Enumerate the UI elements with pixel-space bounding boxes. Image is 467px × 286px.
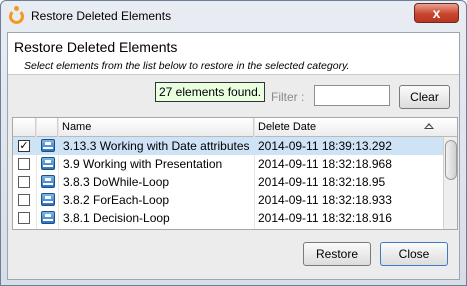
window-close-button[interactable]: x (414, 3, 459, 23)
filter-input[interactable] (314, 85, 390, 106)
cell-delete-date: 2014-09-11 18:32:18.916 (258, 211, 392, 225)
element-type-icon (41, 139, 55, 152)
vertical-scrollbar[interactable] (443, 137, 457, 229)
cell-delete-date: 2014-09-11 18:32:18.968 (258, 157, 392, 171)
table-row[interactable]: 3.8.3 DoWhile-Loop 2014-09-11 18:32:18.95 (13, 173, 443, 191)
table-row[interactable]: 3.8.2 ForEach-Loop 2014-09-11 18:32:18.93… (13, 191, 443, 209)
window-title: Restore Deleted Elements (31, 9, 172, 23)
app-logo-icon (9, 6, 24, 24)
title-bar[interactable]: Restore Deleted Elements x (1, 1, 466, 32)
header-panel: Restore Deleted Elements Select elements… (8, 33, 459, 75)
dialog-content: Restore Deleted Elements Select elements… (7, 32, 460, 280)
element-count-tooltip: 27 elements found. (155, 82, 266, 102)
element-type-icon (41, 157, 55, 170)
cell-name: 3.9 Working with Presentation (63, 157, 223, 171)
table-row[interactable]: ✓ 3.13.3 Working with Date attributes 2014… (13, 137, 443, 155)
cell-name: 3.8.3 DoWhile-Loop (63, 175, 170, 189)
filter-label: Filter : (271, 90, 305, 104)
restore-button[interactable]: Restore (303, 242, 371, 266)
element-type-icon (41, 175, 55, 188)
header-icon-column[interactable] (36, 118, 58, 137)
clear-button[interactable]: Clear (399, 85, 450, 109)
cell-name: 3.13.3 Working with Date attributes (63, 139, 250, 153)
element-type-icon (41, 211, 55, 224)
element-type-icon (41, 193, 55, 206)
row-checkbox[interactable] (18, 212, 30, 224)
column-header-delete-date[interactable]: Delete Date (254, 118, 443, 137)
row-checkbox[interactable] (18, 176, 30, 188)
header-subtitle: Select elements from the list below to r… (24, 60, 350, 72)
row-checkbox[interactable]: ✓ (18, 140, 30, 152)
cell-name: 3.8.1 Decision-Loop (63, 211, 170, 225)
sort-ascending-icon[interactable] (424, 123, 434, 129)
cell-delete-date: 2014-09-11 18:32:18.95 (258, 175, 386, 189)
table-header: Name Delete Date (13, 118, 457, 137)
header-title: Restore Deleted Elements (14, 39, 178, 55)
column-header-name[interactable]: Name (58, 118, 254, 137)
cell-name: 3.8.2 ForEach-Loop (63, 193, 170, 207)
cell-delete-date: 2014-09-11 18:39:13.292 (258, 139, 392, 153)
table-row[interactable]: 3.8.1 Decision-Loop 2014-09-11 18:32:18.9… (13, 209, 443, 227)
dialog-window: Restore Deleted Elements x Restore Delet… (0, 0, 467, 286)
cell-delete-date: 2014-09-11 18:32:18.933 (258, 193, 392, 207)
scrollbar-thumb[interactable] (445, 140, 457, 180)
table-row[interactable]: 3.9 Working with Presentation 2014-09-11 … (13, 155, 443, 173)
deleted-elements-table: Name Delete Date ✓ 3.13.3 Working with Da… (12, 117, 458, 230)
header-checkbox-column[interactable] (13, 118, 36, 137)
close-button[interactable]: Close (380, 242, 448, 266)
row-checkbox[interactable] (18, 158, 30, 170)
row-checkbox[interactable] (18, 194, 30, 206)
